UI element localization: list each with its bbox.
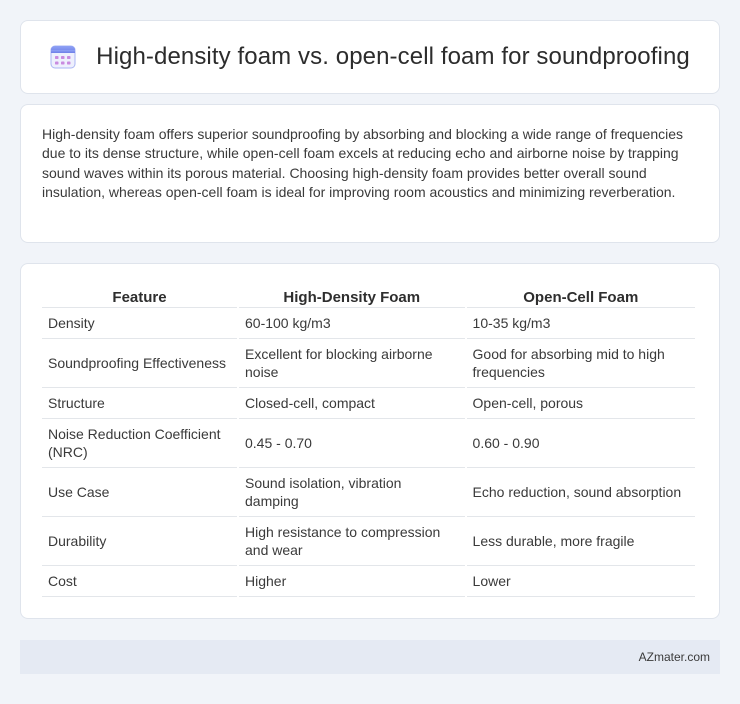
table-row: Durability High resistance to compressio… (42, 517, 695, 566)
header-feature: Feature (42, 285, 237, 308)
table-row: Cost Higher Lower (42, 566, 695, 597)
cell-high-density: Excellent for blocking airborne noise (239, 339, 465, 388)
table-row: Density 60-100 kg/m3 10-35 kg/m3 (42, 308, 695, 339)
cell-high-density: Closed-cell, compact (239, 388, 465, 419)
cell-open-cell: Less durable, more fragile (466, 517, 695, 566)
cell-high-density: Higher (239, 566, 465, 597)
table-row: Structure Closed-cell, compact Open-cell… (42, 388, 695, 419)
cell-open-cell: Good for absorbing mid to high frequenci… (466, 339, 695, 388)
footer: AZmater.com (20, 640, 720, 674)
cell-high-density: Sound isolation, vibration damping (239, 468, 465, 517)
cell-feature: Soundproofing Effectiveness (42, 339, 237, 388)
cell-feature: Durability (42, 517, 237, 566)
cell-open-cell: Echo reduction, sound absorption (466, 468, 695, 517)
cell-open-cell: 10-35 kg/m3 (466, 308, 695, 339)
table-row: Noise Reduction Coefficient (NRC) 0.45 -… (42, 419, 695, 468)
intro-paragraph: High-density foam offers superior soundp… (42, 126, 684, 201)
comparison-table: Feature High-Density Foam Open-Cell Foam… (40, 285, 697, 597)
cell-high-density: 60-100 kg/m3 (239, 308, 465, 339)
table-row: Soundproofing Effectiveness Excellent fo… (42, 339, 695, 388)
comparison-card: Feature High-Density Foam Open-Cell Foam… (20, 263, 720, 619)
header-high-density: High-Density Foam (239, 285, 465, 308)
cell-open-cell: 0.60 - 0.90 (466, 419, 695, 468)
cell-feature: Use Case (42, 468, 237, 517)
page-title: High-density foam vs. open-cell foam for… (96, 43, 690, 70)
intro-card: High-density foam offers superior soundp… (20, 104, 720, 243)
header-open-cell: Open-Cell Foam (466, 285, 695, 308)
title-card: High-density foam vs. open-cell foam for… (20, 20, 720, 94)
cell-open-cell: Open-cell, porous (466, 388, 695, 419)
calendar-icon (50, 45, 76, 69)
cell-high-density: High resistance to compression and wear (239, 517, 465, 566)
cell-feature: Cost (42, 566, 237, 597)
table-header-row: Feature High-Density Foam Open-Cell Foam (42, 285, 695, 308)
cell-feature: Noise Reduction Coefficient (NRC) (42, 419, 237, 468)
cell-open-cell: Lower (466, 566, 695, 597)
cell-high-density: 0.45 - 0.70 (239, 419, 465, 468)
footer-site-link[interactable]: AZmater.com (639, 650, 710, 664)
cell-feature: Structure (42, 388, 237, 419)
table-row: Use Case Sound isolation, vibration damp… (42, 468, 695, 517)
cell-feature: Density (42, 308, 237, 339)
